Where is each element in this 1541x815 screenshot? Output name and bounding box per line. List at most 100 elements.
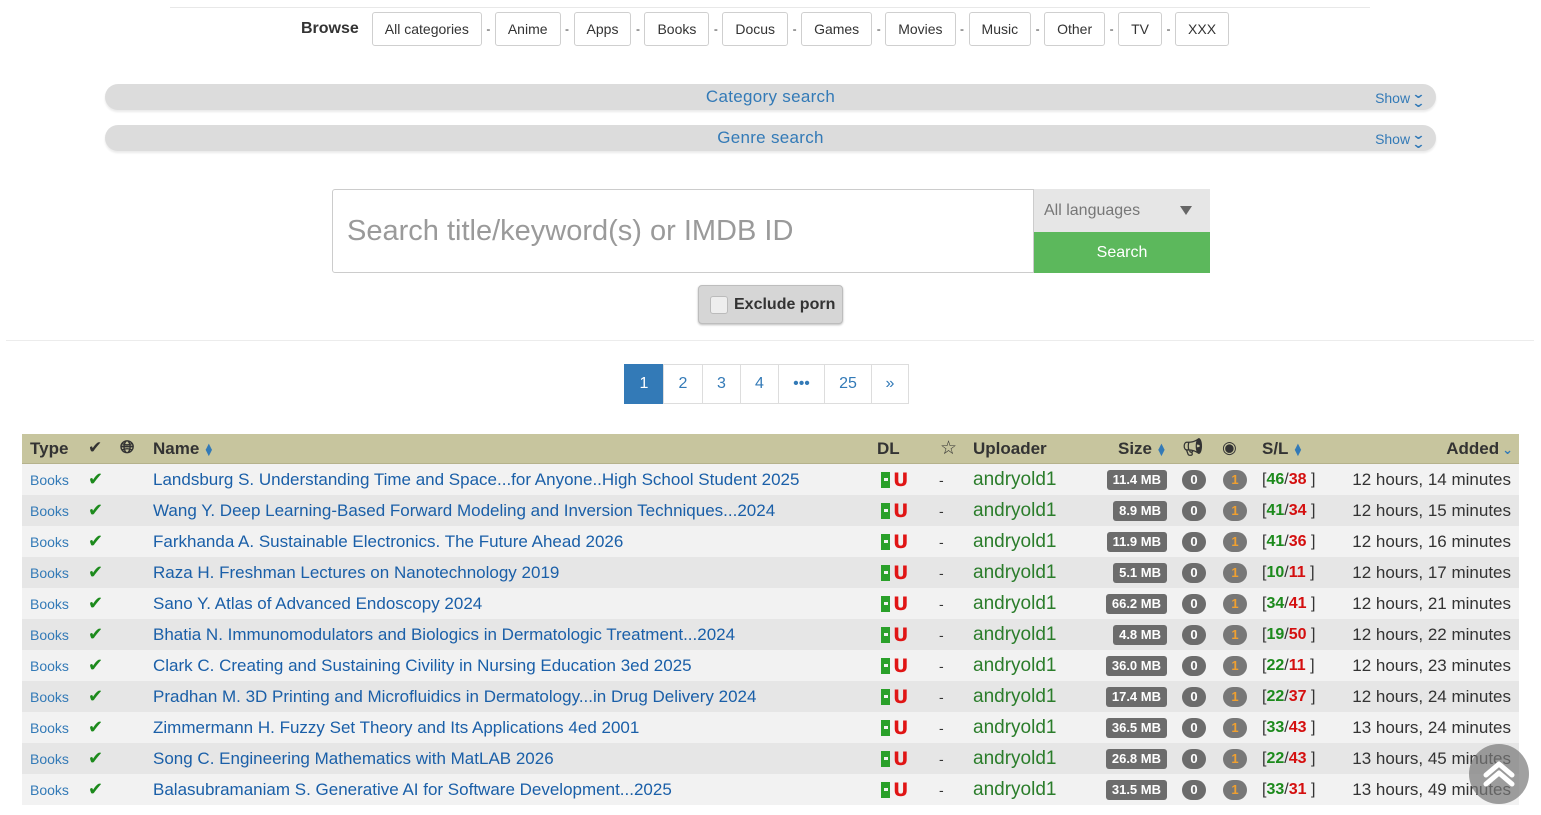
download-link[interactable]: U — [881, 470, 908, 489]
download-link[interactable]: U — [881, 625, 908, 644]
type-link[interactable]: Books — [30, 472, 69, 488]
torrent-name-link[interactable]: Bhatia N. Immunomodulators and Biologics… — [153, 625, 735, 645]
genre-search-toggle[interactable]: Show ⌄ ⌄ — [1375, 128, 1426, 150]
torrent-name-link[interactable]: Balasubramaniam S. Generative AI for Sof… — [153, 780, 672, 800]
magnet-icon[interactable]: U — [893, 718, 908, 737]
exclude-porn-checkbox[interactable] — [710, 295, 728, 314]
header-size[interactable]: Size ▲ ▼ — [1118, 439, 1167, 459]
type-link[interactable]: Books — [30, 720, 69, 736]
type-link[interactable]: Books — [30, 503, 69, 519]
type-link[interactable]: Books — [30, 658, 69, 674]
magnet-icon[interactable]: U — [893, 563, 908, 582]
search-box[interactable] — [332, 189, 1034, 273]
category-search-toggle[interactable]: Show ⌄ ⌄ — [1375, 87, 1426, 109]
category-button-movies[interactable]: Movies — [885, 12, 956, 46]
category-button-all-categories[interactable]: All categories — [371, 12, 482, 46]
page-link[interactable]: ••• — [778, 364, 825, 404]
category-button-music[interactable]: Music — [968, 12, 1032, 46]
page-link[interactable]: 25 — [824, 364, 872, 404]
category-search-bar[interactable]: Category search Show ⌄ ⌄ — [105, 84, 1436, 110]
page-link[interactable]: » — [871, 364, 909, 404]
page-link[interactable]: 2 — [663, 364, 703, 404]
download-link[interactable]: U — [881, 749, 908, 768]
download-link[interactable]: U — [881, 656, 908, 675]
download-torrent-icon[interactable] — [881, 471, 890, 488]
language-select[interactable]: All languages — [1034, 189, 1210, 232]
exclude-porn-toggle[interactable]: Exclude porn — [698, 285, 843, 324]
torrent-name-link[interactable]: Raza H. Freshman Lectures on Nanotechnol… — [153, 563, 559, 583]
uploader-link[interactable]: andryold1 — [973, 717, 1056, 739]
uploader-link[interactable]: andryold1 — [973, 531, 1056, 553]
uploader-link[interactable]: andryold1 — [973, 593, 1056, 615]
uploader-link[interactable]: andryold1 — [973, 562, 1056, 584]
header-sl-label[interactable]: S/L — [1262, 439, 1288, 458]
torrent-name-link[interactable]: Landsburg S. Understanding Time and Spac… — [153, 470, 799, 490]
genre-search-title[interactable]: Genre search — [105, 128, 1436, 148]
header-added[interactable]: Added ⌄ — [1446, 439, 1513, 459]
magnet-icon[interactable]: U — [893, 687, 908, 706]
search-input[interactable] — [333, 190, 1033, 272]
sort-icon[interactable]: ▲ ▼ — [1292, 441, 1303, 458]
category-button-anime[interactable]: Anime — [494, 12, 561, 46]
download-link[interactable]: U — [881, 718, 908, 737]
category-button-other[interactable]: Other — [1044, 12, 1106, 46]
sort-icon[interactable]: ▲ ▼ — [203, 441, 214, 458]
magnet-icon[interactable]: U — [893, 470, 908, 489]
download-torrent-icon[interactable] — [881, 781, 890, 798]
category-button-tv[interactable]: TV — [1118, 12, 1163, 46]
header-sl[interactable]: S/L ▲ ▼ — [1262, 439, 1303, 459]
magnet-icon[interactable]: U — [893, 780, 908, 799]
download-torrent-icon[interactable] — [881, 688, 890, 705]
download-link[interactable]: U — [881, 594, 908, 613]
torrent-name-link[interactable]: Clark C. Creating and Sustaining Civilit… — [153, 656, 692, 676]
category-search-toggle-label[interactable]: Show — [1375, 90, 1410, 106]
genre-search-bar[interactable]: Genre search Show ⌄ ⌄ — [105, 125, 1436, 151]
download-link[interactable]: U — [881, 687, 908, 706]
torrent-name-link[interactable]: Wang Y. Deep Learning-Based Forward Mode… — [153, 501, 775, 521]
download-link[interactable]: U — [881, 780, 908, 799]
sort-icon[interactable]: ▲ ▼ — [1156, 441, 1167, 458]
header-added-label[interactable]: Added — [1446, 439, 1499, 458]
uploader-link[interactable]: andryold1 — [973, 686, 1056, 708]
scroll-to-top-button[interactable] — [1469, 744, 1529, 804]
uploader-link[interactable]: andryold1 — [973, 779, 1056, 801]
header-name-label[interactable]: Name — [153, 439, 199, 458]
page-link[interactable]: 3 — [702, 364, 741, 404]
type-link[interactable]: Books — [30, 689, 69, 705]
category-button-xxx[interactable]: XXX — [1175, 12, 1230, 46]
category-button-docus[interactable]: Docus — [722, 12, 789, 46]
download-link[interactable]: U — [881, 532, 908, 551]
type-link[interactable]: Books — [30, 751, 69, 767]
download-torrent-icon[interactable] — [881, 657, 890, 674]
search-button[interactable]: Search — [1034, 232, 1210, 273]
category-button-apps[interactable]: Apps — [573, 12, 632, 46]
uploader-link[interactable]: andryold1 — [973, 748, 1056, 770]
type-link[interactable]: Books — [30, 534, 69, 550]
download-torrent-icon[interactable] — [881, 750, 890, 767]
torrent-name-link[interactable]: Pradhan M. 3D Printing and Microfluidics… — [153, 687, 756, 707]
magnet-icon[interactable]: U — [893, 594, 908, 613]
page-link[interactable]: 1 — [624, 364, 664, 404]
category-search-title[interactable]: Category search — [105, 87, 1436, 107]
type-link[interactable]: Books — [30, 596, 69, 612]
download-torrent-icon[interactable] — [881, 719, 890, 736]
magnet-icon[interactable]: U — [893, 532, 908, 551]
magnet-icon[interactable]: U — [893, 501, 908, 520]
magnet-icon[interactable]: U — [893, 749, 908, 768]
download-torrent-icon[interactable] — [881, 626, 890, 643]
type-link[interactable]: Books — [30, 782, 69, 798]
uploader-link[interactable]: andryold1 — [973, 655, 1056, 677]
download-link[interactable]: U — [881, 501, 908, 520]
page-link[interactable]: 4 — [740, 364, 779, 404]
uploader-link[interactable]: andryold1 — [973, 624, 1056, 646]
torrent-name-link[interactable]: Song C. Engineering Mathematics with Mat… — [153, 749, 554, 769]
header-name[interactable]: Name ▲ ▼ — [153, 439, 214, 459]
uploader-link[interactable]: andryold1 — [973, 500, 1056, 522]
torrent-name-link[interactable]: Sano Y. Atlas of Advanced Endoscopy 2024 — [153, 594, 482, 614]
download-torrent-icon[interactable] — [881, 595, 890, 612]
download-torrent-icon[interactable] — [881, 502, 890, 519]
torrent-name-link[interactable]: Farkhanda A. Sustainable Electronics. Th… — [153, 532, 623, 552]
type-link[interactable]: Books — [30, 565, 69, 581]
category-button-books[interactable]: Books — [644, 12, 710, 46]
type-link[interactable]: Books — [30, 627, 69, 643]
